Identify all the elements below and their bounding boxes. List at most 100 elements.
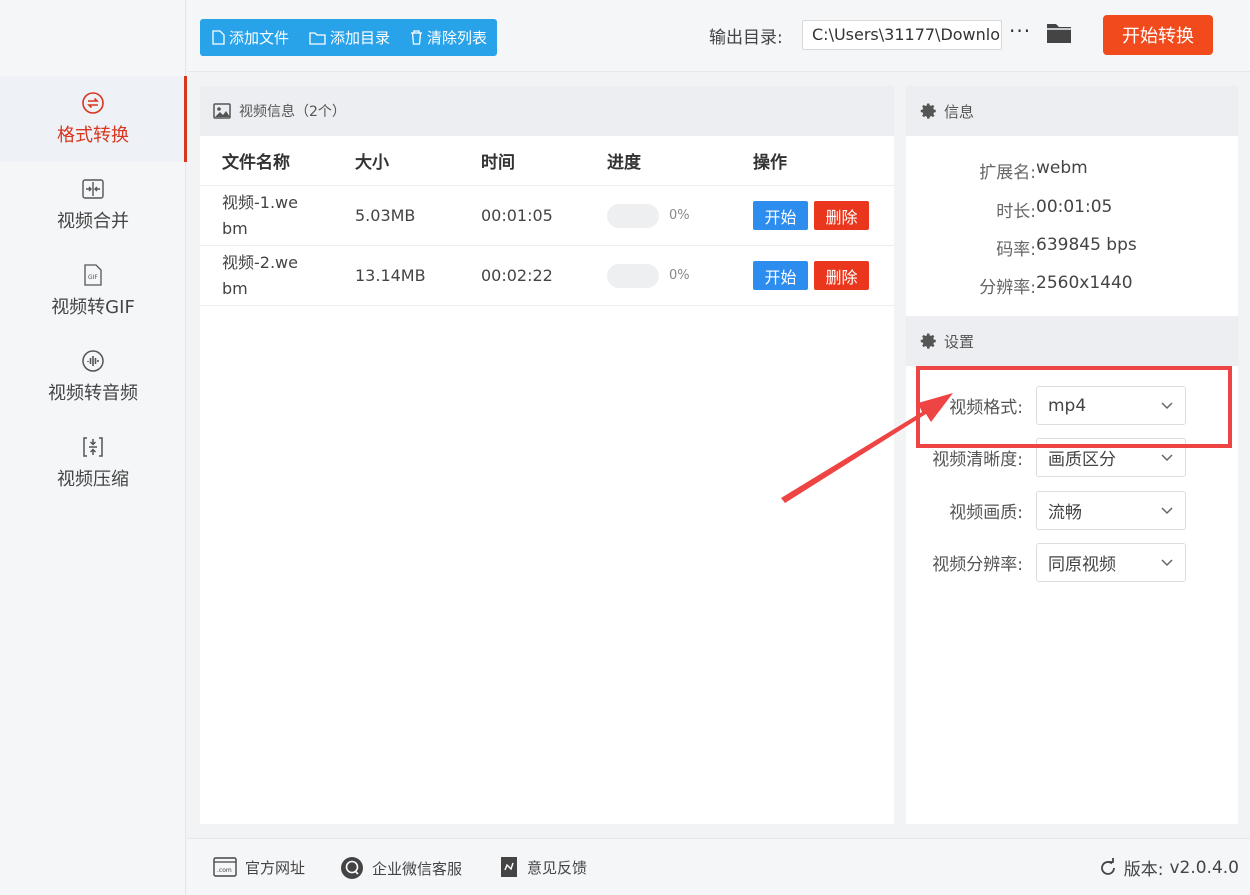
- info-value: 639845 bps: [1036, 235, 1137, 255]
- setting-label: 视频分辨率:: [932, 555, 1023, 575]
- merge-icon: [81, 177, 105, 201]
- row-actions: 开始 删除: [753, 201, 894, 230]
- file-name: 视频-2.webm: [222, 252, 298, 298]
- website-icon-text: .com: [217, 867, 232, 874]
- progress-cell: 0%: [607, 203, 753, 228]
- trash-icon: [411, 30, 423, 45]
- file-icon: [212, 30, 225, 45]
- info-value: 00:01:05: [1036, 197, 1113, 217]
- info-row-duration: 时长: 00:01:05: [906, 197, 1112, 222]
- version-label: 版本:: [1123, 860, 1164, 880]
- add-dir-label: 添加目录: [330, 29, 391, 47]
- format-convert-icon: [81, 91, 105, 115]
- progress-bar: [607, 263, 659, 288]
- gear-icon: [920, 103, 936, 119]
- output-dir-label: 输出目录:: [709, 28, 783, 48]
- compress-icon: [81, 435, 105, 459]
- chevron-down-icon: [1161, 506, 1173, 514]
- video-panel-header: 视频信息（2个）: [200, 86, 894, 136]
- table-row[interactable]: 视频-2.webm 13.14MB 00:02:22 0% 开始 删除: [200, 246, 894, 306]
- sidebar-item-format-convert[interactable]: 格式转换: [0, 76, 187, 162]
- clear-list-button[interactable]: 清除列表: [410, 27, 487, 48]
- settings-header: 设置: [906, 316, 1238, 366]
- progress-text: 0%: [669, 208, 690, 223]
- gif-icon-text: GIF: [88, 274, 98, 281]
- setting-video-resolution: 视频分辨率: 同原视频: [906, 543, 1238, 582]
- gif-icon: GIF: [81, 263, 105, 287]
- chevron-down-icon: [1161, 453, 1173, 461]
- video-quality-select[interactable]: 流畅: [1036, 491, 1186, 530]
- version-info: 版本: v2.0.4.0: [1098, 855, 1239, 880]
- toolbar: 添加文件 添加目录 清除列表 输出目录: C:\Users\31177\Down…: [187, 0, 1250, 72]
- table-row[interactable]: 视频-1.webm 5.03MB 00:01:05 0% 开始 删除: [200, 186, 894, 246]
- delete-button[interactable]: 删除: [814, 201, 869, 230]
- video-resolution-select[interactable]: 同原视频: [1036, 543, 1186, 582]
- file-size: 13.14MB: [355, 266, 426, 285]
- sidebar: 格式转换 视频合并 GIF 视频转GIF 视频转音频 视频压缩: [0, 0, 187, 895]
- info-row-bitrate: 码率: 639845 bps: [906, 235, 1137, 260]
- feedback-link[interactable]: 意见反馈: [499, 856, 587, 878]
- website-label: 官方网址: [245, 858, 306, 877]
- more-options-button[interactable]: ···: [1009, 19, 1031, 43]
- row-actions: 开始 删除: [753, 261, 894, 290]
- output-dir-input[interactable]: C:\Users\31177\Downloads: [802, 20, 1002, 50]
- feedback-label: 意见反馈: [527, 858, 588, 877]
- table-header: 文件名称 大小 时间 进度 操作: [200, 136, 894, 186]
- select-value: 同原视频: [1048, 555, 1116, 575]
- folder-icon[interactable]: [1046, 22, 1072, 44]
- delete-button[interactable]: 删除: [814, 261, 869, 290]
- sidebar-item-merge[interactable]: 视频合并: [0, 162, 186, 248]
- sidebar-item-label: 视频转音频: [48, 383, 138, 404]
- website-link[interactable]: .com 官方网址: [213, 856, 305, 878]
- select-value: 流畅: [1048, 503, 1082, 523]
- feedback-icon: [501, 857, 517, 877]
- info-header: 信息: [906, 86, 1238, 136]
- add-dir-button[interactable]: 添加目录: [309, 27, 390, 48]
- info-value: webm: [1036, 158, 1088, 178]
- column-name: 文件名称: [222, 153, 290, 173]
- image-icon: [213, 103, 231, 119]
- refresh-icon[interactable]: [1098, 857, 1118, 878]
- add-file-button[interactable]: 添加文件: [212, 27, 289, 48]
- file-name: 视频-1.webm: [222, 192, 298, 238]
- setting-video-quality: 视频画质: 流畅: [906, 491, 1238, 530]
- file-button-group: 添加文件 添加目录 清除列表: [200, 19, 498, 56]
- version-number: v2.0.4.0: [1169, 857, 1239, 878]
- info-key: 分辨率:: [979, 278, 1036, 298]
- website-icon: .com: [213, 857, 237, 877]
- progress-bar: [607, 203, 659, 228]
- start-button[interactable]: 开始: [753, 201, 808, 230]
- info-settings-panel: 信息 扩展名: webm 时长: 00:01:05 码率: 639845 bps…: [906, 86, 1238, 824]
- info-key: 码率:: [996, 240, 1036, 260]
- info-title: 信息: [944, 102, 975, 121]
- sidebar-item-gif[interactable]: GIF 视频转GIF: [0, 248, 186, 334]
- file-duration: 00:01:05: [481, 206, 553, 225]
- sidebar-item-label: 视频转GIF: [51, 297, 135, 318]
- start-button[interactable]: 开始: [753, 261, 808, 290]
- clear-list-label: 清除列表: [427, 29, 488, 47]
- setting-label: 视频画质:: [949, 503, 1023, 523]
- wechat-support-link[interactable]: 企业微信客服: [340, 856, 462, 880]
- column-progress: 进度: [607, 153, 641, 173]
- sidebar-item-label: 视频合并: [57, 211, 129, 232]
- start-convert-button[interactable]: 开始转换: [1103, 15, 1213, 55]
- audio-icon: [81, 349, 105, 373]
- chevron-down-icon: [1161, 558, 1173, 566]
- sidebar-item-compress[interactable]: 视频压缩: [0, 420, 186, 506]
- file-size: 5.03MB: [355, 206, 416, 225]
- sidebar-item-label: 格式转换: [57, 125, 129, 146]
- sidebar-item-audio[interactable]: 视频转音频: [0, 334, 186, 420]
- settings-title: 设置: [944, 332, 975, 351]
- select-value: 画质区分: [1048, 450, 1116, 470]
- wechat-label: 企业微信客服: [372, 859, 463, 878]
- wechat-icon: [341, 857, 363, 879]
- annotation-highlight-box: [916, 366, 1232, 448]
- info-row-resolution: 分辨率: 2560x1440: [906, 273, 1133, 298]
- info-key: 扩展名:: [979, 163, 1036, 183]
- progress-text: 0%: [669, 268, 690, 283]
- info-value: 2560x1440: [1036, 273, 1133, 293]
- gear-icon: [920, 333, 936, 349]
- column-time: 时间: [481, 153, 515, 173]
- column-actions: 操作: [753, 153, 787, 173]
- info-key: 时长:: [996, 202, 1036, 222]
